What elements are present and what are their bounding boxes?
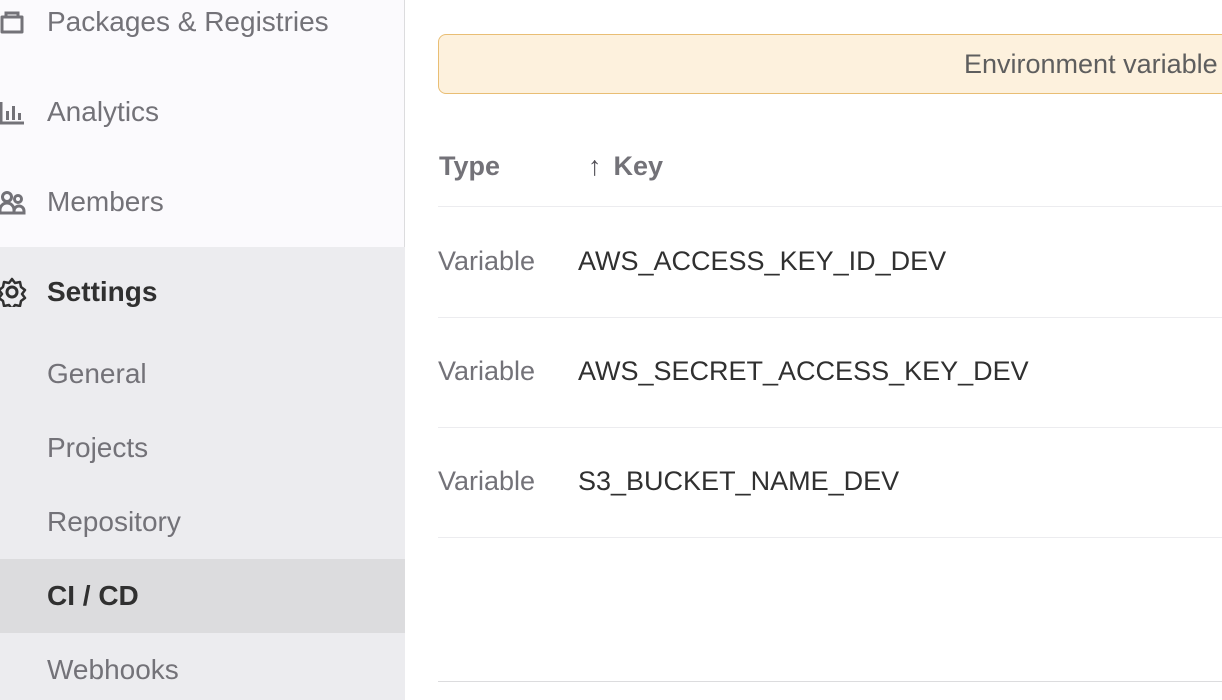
sidebar-item-packages-registries[interactable]: Packages & Registries (0, 0, 405, 67)
sidebar-subitem-label: Webhooks (47, 654, 179, 685)
settings-icon (0, 276, 28, 308)
settings-section: Settings General Projects Repository CI … (0, 247, 405, 700)
column-header-key-label: Key (613, 151, 664, 181)
analytics-icon (0, 96, 28, 128)
variable-type: Variable (438, 246, 536, 276)
package-icon (0, 6, 28, 38)
sidebar-subitem-repository[interactable]: Repository (0, 485, 405, 559)
divider (438, 681, 1222, 682)
sidebar: Packages & Registries Analytics Members … (0, 0, 405, 700)
variable-key: AWS_ACCESS_KEY_ID_DEV (578, 246, 947, 276)
sidebar-subitem-general[interactable]: General (0, 337, 405, 411)
sidebar-subitem-label: General (47, 358, 147, 389)
sort-ascending-icon: ↑ (588, 151, 602, 181)
sidebar-item-label: Members (47, 186, 164, 217)
table-header: Type ↑ Key (438, 120, 1222, 207)
users-icon (0, 186, 28, 218)
table-row: Variable AWS_SECRET_ACCESS_KEY_DEV (438, 318, 1222, 428)
app: Packages & Registries Analytics Members … (0, 0, 1222, 700)
sidebar-item-label: Packages & Registries (47, 6, 329, 37)
warning-alert: Environment variable (438, 34, 1222, 94)
sidebar-item-members[interactable]: Members (0, 157, 405, 247)
variable-type: Variable (438, 466, 536, 496)
variable-key: AWS_SECRET_ACCESS_KEY_DEV (578, 356, 1029, 386)
main-content: Environment variable Type ↑ Key Variable … (406, 0, 1222, 700)
column-header-type: Type (439, 151, 501, 181)
sidebar-subitem-label: CI / CD (47, 580, 139, 611)
sidebar-item-label: Analytics (47, 96, 160, 127)
sidebar-item-settings[interactable]: Settings (0, 247, 405, 337)
sidebar-subitem-projects[interactable]: Projects (0, 411, 405, 485)
sidebar-subitem-ci-cd[interactable]: CI / CD (0, 559, 405, 633)
sidebar-item-label: Settings (47, 276, 158, 307)
table-row: Variable AWS_ACCESS_KEY_ID_DEV (438, 208, 1222, 318)
table-row: Variable S3_BUCKET_NAME_DEV (438, 428, 1222, 538)
sidebar-subitem-label: Projects (47, 432, 149, 463)
sidebar-subitem-webhooks[interactable]: Webhooks (0, 633, 405, 700)
sidebar-subitem-label: Repository (47, 506, 181, 537)
variable-type: Variable (438, 356, 536, 386)
alert-text: Environment variable (964, 49, 1218, 79)
sidebar-item-analytics[interactable]: Analytics (0, 67, 405, 157)
column-header-key[interactable]: ↑ Key (588, 151, 663, 182)
variable-key: S3_BUCKET_NAME_DEV (578, 466, 900, 496)
